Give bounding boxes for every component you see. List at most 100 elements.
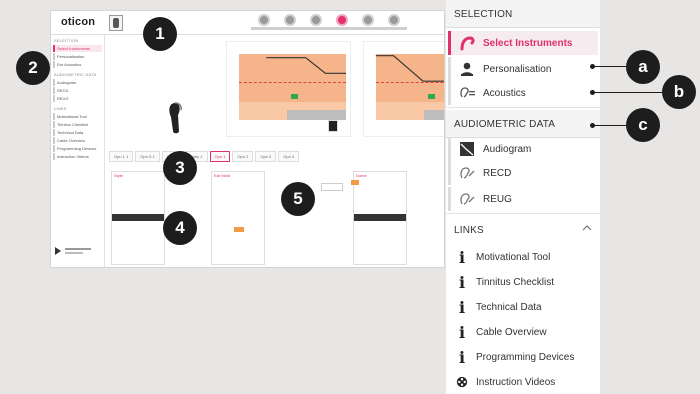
step-2[interactable]: [277, 14, 303, 32]
dome-list[interactable]: Dome: [353, 171, 407, 265]
nav-select-instruments-label: Select Instruments: [483, 37, 573, 49]
mini-item-select-instruments[interactable]: Select Instruments: [53, 45, 102, 52]
vent-select[interactable]: [321, 183, 343, 191]
nav-personalisation[interactable]: Personalisation: [448, 57, 598, 81]
badge-3: 3: [163, 151, 197, 185]
badge-5: 5: [281, 182, 315, 216]
film-reel-icon: [456, 372, 468, 392]
audiometric-header: AUDIOMETRIC DATA: [446, 110, 600, 138]
app-header: oticon: [51, 11, 444, 35]
mini-section-selection: SELECTION: [54, 38, 79, 43]
style-list[interactable]: Style: [111, 171, 165, 265]
instrument-thumbnail[interactable]: [109, 15, 123, 31]
nav-motivational-tool[interactable]: i Motivational Tool: [454, 245, 598, 269]
callout-a-line: [594, 66, 628, 67]
nav-technical-data-label: Technical Data: [476, 301, 542, 313]
nav-select-instruments[interactable]: Select Instruments: [448, 31, 598, 55]
ear-recd-icon: [457, 163, 477, 183]
mini-item-cable[interactable]: Cable Overview: [53, 137, 102, 144]
nav-motivational-tool-label: Motivational Tool: [476, 251, 551, 263]
dome-list-selected-row[interactable]: [354, 214, 406, 221]
oticon-logo: oticon: [61, 16, 96, 28]
nav-acoustics-label: Acoustics: [483, 87, 526, 99]
nav-programming-devices-label: Programming Devices: [476, 351, 575, 363]
info-icon: i: [458, 322, 466, 342]
badge-1: 1: [143, 17, 177, 51]
mini-item-reug[interactable]: REUG: [53, 95, 102, 102]
tab-5[interactable]: Opn 1: [209, 151, 231, 162]
step-5[interactable]: [355, 14, 381, 32]
nav-recd-label: RECD: [483, 167, 512, 179]
style-edit-button[interactable]: [234, 227, 244, 232]
mini-item-programming[interactable]: Programming Devices: [53, 145, 102, 152]
badge-4: 4: [163, 211, 197, 245]
info-icon: i: [458, 297, 466, 317]
right-ear-chart[interactable]: [363, 41, 444, 137]
badge-2: 2: [16, 51, 50, 85]
hearing-aid-hook-icon: [457, 33, 477, 53]
navigation-panel: SELECTION Select Instruments Personalisa…: [446, 0, 600, 394]
mini-item-tinnitus[interactable]: Tinnitus Checklist: [53, 121, 102, 128]
hearing-aid-image: [169, 102, 182, 134]
step-1[interactable]: [251, 14, 277, 32]
nav-reug-label: REUG: [483, 193, 512, 205]
mini-sidebar: SELECTION Select Instruments Personalisa…: [51, 35, 105, 267]
info-icon: i: [458, 347, 466, 367]
step-6[interactable]: [381, 14, 407, 32]
mini-item-recd[interactable]: RECD: [53, 87, 102, 94]
selection-header: SELECTION: [446, 0, 600, 28]
nav-instruction-videos-label: Instruction Videos: [476, 376, 556, 388]
tab-7[interactable]: Opn 3: [255, 151, 277, 162]
fitting-software-screenshot: oticon SELECTION Select Instruments Pers…: [50, 10, 445, 268]
tab-8[interactable]: Opn 4: [278, 151, 300, 162]
tab-2[interactable]: Opn S 1: [135, 151, 160, 162]
chart-area: [105, 35, 444, 147]
nav-programming-devices[interactable]: i Programming Devices: [454, 345, 598, 369]
mini-item-motivational[interactable]: Motivational Tool: [53, 113, 102, 120]
instrument-tabs: Opn 1 1 Opn S 1 Opn 2 Ruby 1 Opn 1 Opn 2…: [109, 151, 300, 162]
ear-acoustics-icon: [457, 83, 477, 103]
mini-section-links: LINKS: [54, 106, 67, 111]
left-ear-chart[interactable]: [226, 41, 351, 137]
style-list-selected-row[interactable]: [112, 214, 164, 221]
mini-item-personalisation[interactable]: Personalisation: [53, 53, 102, 60]
nav-recd[interactable]: RECD: [448, 161, 598, 185]
mini-section-audiometric: AUDIOMETRIC DATA: [54, 72, 97, 77]
nav-instruction-videos[interactable]: Instruction Videos: [454, 370, 598, 394]
step-4[interactable]: [329, 14, 355, 32]
nav-cable-overview-label: Cable Overview: [476, 326, 547, 338]
badge-b: b: [662, 75, 696, 109]
chevron-up-icon[interactable]: [582, 224, 592, 235]
nav-tinnitus-checklist[interactable]: i Tinnitus Checklist: [454, 270, 598, 294]
step-3[interactable]: [303, 14, 329, 32]
info-icon: i: [458, 272, 466, 292]
footer-controls-icon: [55, 247, 91, 255]
dome-list-header: Dome: [356, 173, 367, 178]
mini-item-technical[interactable]: Technical Data: [53, 129, 102, 136]
style-list-header: Style: [114, 173, 123, 178]
mini-item-videos[interactable]: Instruction Videos: [53, 153, 102, 160]
nav-technical-data[interactable]: i Technical Data: [454, 295, 598, 319]
links-header[interactable]: LINKS: [446, 216, 600, 244]
mini-item-audiogram[interactable]: Audiogram: [53, 79, 102, 86]
earmold-list-header: Ear Mold: [214, 173, 231, 178]
nav-audiogram[interactable]: Audiogram: [448, 137, 598, 161]
app-footer: [53, 243, 103, 260]
earmold-edit-button[interactable]: [351, 180, 359, 185]
earmold-list[interactable]: Ear Mold: [211, 171, 265, 265]
nav-reug[interactable]: REUG: [448, 187, 598, 211]
callout-c-line: [594, 125, 628, 126]
nav-cable-overview[interactable]: i Cable Overview: [454, 320, 598, 344]
nav-acoustics[interactable]: Acoustics: [448, 81, 598, 105]
person-icon: [457, 59, 477, 79]
badge-a: a: [626, 50, 660, 84]
info-icon: i: [458, 247, 466, 267]
nav-tinnitus-checklist-label: Tinnitus Checklist: [476, 276, 554, 288]
nav-personalisation-label: Personalisation: [483, 63, 552, 75]
tab-6[interactable]: Opn 2: [232, 151, 254, 162]
tab-1[interactable]: Opn 1 1: [109, 151, 134, 162]
mini-item-ear-acoustics[interactable]: Ear Acoustics: [53, 61, 102, 68]
workflow-steps: [251, 14, 407, 32]
nav-audiogram-label: Audiogram: [483, 143, 532, 155]
links-header-label: LINKS: [454, 225, 484, 236]
